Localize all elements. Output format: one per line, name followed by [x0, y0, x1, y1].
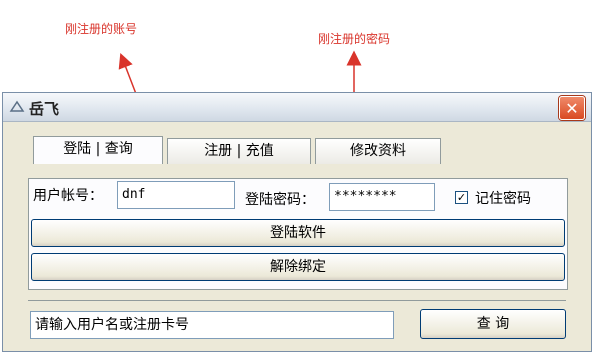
query-input[interactable]: 请输入用户名或注册卡号 — [30, 311, 394, 339]
close-icon: ✕ — [565, 98, 579, 118]
window-title: 岳飞 — [29, 100, 60, 118]
account-input[interactable]: dnf — [117, 181, 235, 209]
account-label: 用户帐号： — [33, 188, 103, 204]
annotation-account-note: 刚注册的账号 — [65, 22, 138, 36]
query-area: 请输入用户名或注册卡号 查 询 — [28, 300, 566, 351]
checkmark-icon: ✓ — [456, 191, 467, 204]
login-panel: 用户帐号： dnf 登陆密码： ******** ✓ 记住密码 登陆软件 解除绑… — [28, 178, 568, 290]
remember-label: 记住密码 — [475, 191, 531, 207]
login-button[interactable]: 登陆软件 — [31, 219, 565, 247]
tab-edit-profile[interactable]: 修改资料 — [315, 138, 441, 164]
tab-register-recharge[interactable]: 注册 | 充值 — [167, 138, 311, 164]
query-button[interactable]: 查 询 — [420, 309, 566, 339]
tab-login-query[interactable]: 登陆 | 查询 — [33, 136, 163, 164]
remember-checkbox[interactable]: ✓ — [455, 191, 468, 204]
password-label: 登陆密码： — [245, 192, 315, 208]
app-icon — [9, 100, 25, 112]
annotation-password-note: 刚注册的密码 — [318, 32, 391, 46]
title-bar[interactable]: 岳飞 ✕ — [3, 93, 591, 122]
unbind-button[interactable]: 解除绑定 — [31, 253, 565, 281]
password-input[interactable]: ******** — [329, 183, 435, 211]
close-button[interactable]: ✕ — [559, 96, 585, 120]
